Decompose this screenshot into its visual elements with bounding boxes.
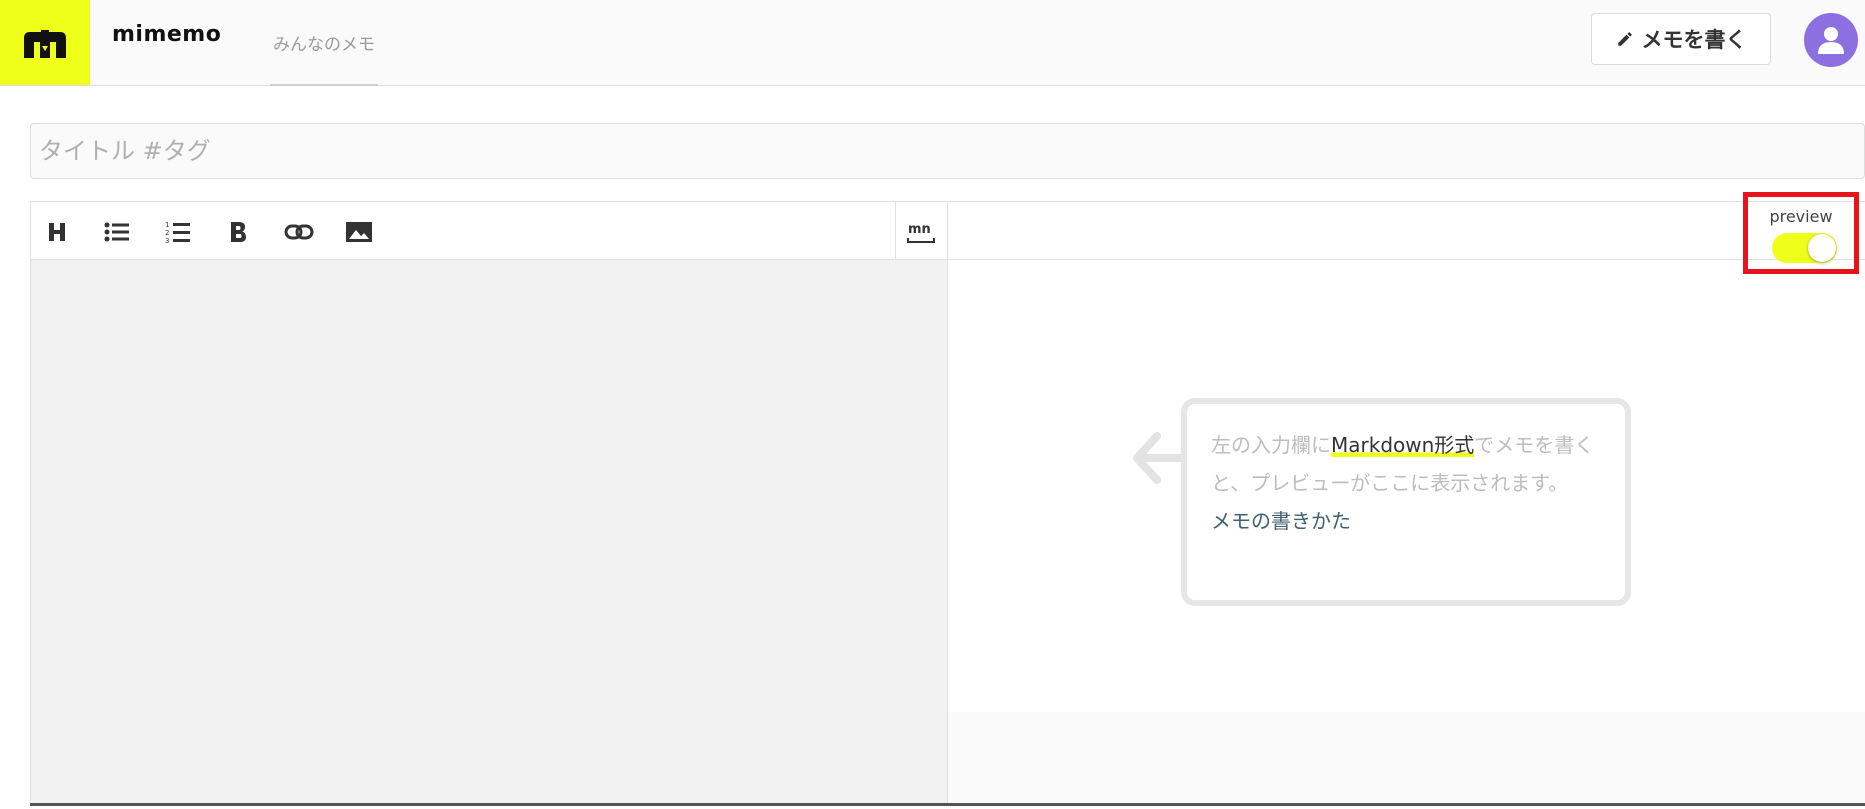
numbered-list-button[interactable]: 1 2 3 (160, 214, 196, 250)
image-button[interactable] (341, 214, 377, 250)
heading-icon (49, 223, 65, 241)
arrow-left-icon (1133, 432, 1183, 484)
user-avatar[interactable] (1804, 13, 1858, 67)
preview-hint-card: 左の入力欄にMarkdown形式でメモを書くと、プレビューがここに表示されます。… (1181, 398, 1631, 606)
numbered-list-icon: 1 2 3 (165, 221, 190, 244)
pencil-icon (1617, 32, 1632, 46)
markdown-notation-icon: mn (907, 222, 935, 243)
hint-text-before: 左の入力欄に (1211, 433, 1331, 457)
write-memo-label: メモを書く (1641, 28, 1747, 52)
mimemo-logo-icon (24, 29, 66, 58)
title-tag-input[interactable] (30, 123, 1865, 179)
markdown-notation-button[interactable]: mn (903, 214, 939, 250)
preview-footer (948, 712, 1865, 805)
how-to-write-link[interactable]: メモの書きかた (1211, 502, 1351, 540)
bulleted-list-button[interactable] (99, 214, 135, 250)
markdown-textarea[interactable] (31, 260, 947, 805)
preview-toggle-switch[interactable] (1772, 233, 1837, 263)
svg-text:1: 1 (165, 221, 169, 229)
toggle-knob (1808, 234, 1836, 262)
preview-toggle-highlight: preview (1743, 192, 1859, 274)
editor-bottom-border (30, 803, 1865, 806)
svg-text:2: 2 (165, 229, 169, 237)
bold-button[interactable] (220, 214, 256, 250)
image-icon (346, 222, 372, 242)
markdown-input-area (30, 260, 948, 805)
user-icon (1818, 27, 1844, 54)
link-icon (284, 224, 314, 240)
markdown-toolbar: 1 2 3 mn (30, 201, 948, 260)
write-memo-button[interactable]: メモを書く (1591, 13, 1771, 65)
toolbar-divider (895, 202, 896, 259)
app-header: mimemo みんなのメモ メモを書く (0, 0, 1865, 86)
brand-name: mimemo (112, 22, 222, 47)
preview-toolbar (948, 201, 1865, 260)
link-button[interactable] (281, 214, 317, 250)
logo[interactable] (0, 0, 90, 85)
svg-text:3: 3 (165, 237, 169, 244)
tab-everyones-memos[interactable]: みんなのメモ (270, 0, 378, 86)
preview-toggle-label: preview (1769, 207, 1833, 226)
bold-icon (231, 222, 246, 242)
hint-markdown-highlight: Markdown形式 (1331, 433, 1475, 457)
heading-button[interactable] (39, 214, 75, 250)
bulleted-list-icon (104, 222, 129, 242)
preview-hint-text: 左の入力欄にMarkdown形式でメモを書くと、プレビューがここに表示されます。 (1211, 426, 1601, 502)
svg-text:mn: mn (908, 222, 931, 237)
